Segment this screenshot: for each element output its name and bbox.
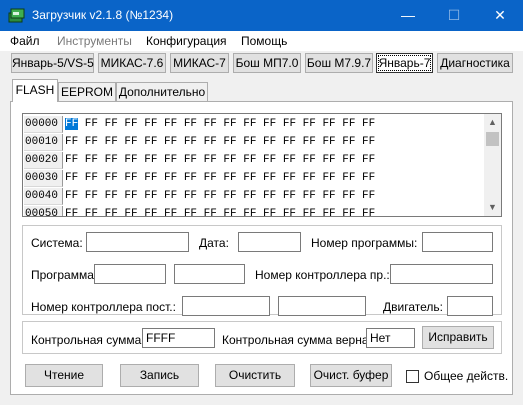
system-label: Система: [31, 236, 83, 250]
scroll-down-icon[interactable]: ▼ [484, 199, 501, 216]
diagnostics-button[interactable]: Диагностика [437, 53, 513, 73]
maximize-button[interactable]: ☐ [431, 0, 477, 31]
hex-viewer[interactable]: 00000 FF FF FF FF FF FF FF FF FF FF FF F… [22, 113, 502, 217]
menu-bar: Файл Инструменты Конфигурация Помощь [0, 31, 523, 51]
checksum-valid-label: Контрольная сумма верна: [222, 333, 372, 347]
hex-bytes-rest[interactable]: FF FF FF FF FF FF FF FF FF FF FF FF FF F… [78, 118, 375, 130]
ecu-bosch-m797-button[interactable]: Бош М7.9.7 [305, 53, 373, 73]
scroll-up-icon[interactable]: ▲ [484, 114, 501, 131]
hex-selected-byte[interactable]: FF [65, 118, 79, 130]
clear-button[interactable]: Очистить [215, 364, 295, 387]
program-field-1[interactable] [94, 264, 166, 284]
clear-buffer-button[interactable]: Очист. буфер [310, 364, 392, 387]
scroll-thumb[interactable] [486, 132, 499, 146]
program-label: Программа: [31, 268, 98, 282]
tab-flash[interactable]: FLASH [12, 79, 58, 102]
hex-address: 00020 [24, 152, 63, 169]
hex-address: 00040 [24, 188, 63, 205]
tab-eeprom[interactable]: EEPROM [58, 82, 116, 101]
app-icon [8, 8, 25, 23]
title-bar[interactable]: Загрузчик v2.1.8 (№1234) — ☐ ✕ [0, 0, 523, 31]
program-number-label: Номер программы: [311, 236, 418, 250]
hex-bytes[interactable]: FF FF FF FF FF FF FF FF FF FF FF FF FF F… [65, 206, 375, 216]
menu-file[interactable]: Файл [10, 34, 40, 48]
checksum-valid-field[interactable]: Нет [366, 328, 415, 348]
program-number-field[interactable] [422, 232, 493, 252]
hex-vertical-scrollbar[interactable]: ▲ ▼ [484, 114, 501, 216]
controller-const-field-1[interactable] [182, 296, 270, 316]
date-field[interactable] [238, 232, 301, 252]
fix-checksum-button[interactable]: Исправить [422, 326, 494, 349]
common-action-label[interactable]: Общее действ. [424, 369, 508, 383]
hex-address: 00050 [24, 206, 63, 216]
common-action-checkbox[interactable] [406, 370, 419, 383]
close-button[interactable]: ✕ [477, 0, 523, 31]
controller-const-field-2[interactable] [278, 296, 366, 316]
ecu-january-7-button[interactable]: Январь-7 [376, 53, 433, 73]
hex-bytes[interactable]: FF FF FF FF FF FF FF FF FF FF FF FF FF F… [65, 188, 375, 205]
program-field-2[interactable] [174, 264, 245, 284]
tab-additional[interactable]: Дополнительно [116, 82, 208, 101]
controller-number-label: Номер контроллера пр.: [255, 268, 390, 282]
menu-tools[interactable]: Инструменты [57, 34, 132, 48]
controller-const-label: Номер контроллера пост.: [31, 300, 176, 314]
engine-field[interactable] [447, 296, 493, 316]
controller-number-field[interactable] [390, 264, 493, 284]
hex-address: 00030 [24, 170, 63, 187]
hex-address: 00010 [24, 134, 63, 151]
ecu-january-5-button[interactable]: Январь-5/VS-5 [11, 53, 94, 73]
minimize-button[interactable]: — [385, 0, 431, 31]
write-button[interactable]: Запись [120, 364, 199, 387]
ecu-bosch-mp70-button[interactable]: Бош МП7.0 [233, 53, 301, 73]
close-icon: ✕ [494, 7, 506, 23]
maximize-icon: ☐ [447, 7, 461, 23]
date-label: Дата: [199, 236, 229, 250]
menu-configuration[interactable]: Конфигурация [146, 34, 227, 48]
hex-bytes[interactable]: FF FF FF FF FF FF FF FF FF FF FF FF FF F… [65, 116, 375, 133]
hex-bytes[interactable]: FF FF FF FF FF FF FF FF FF FF FF FF FF F… [65, 134, 375, 151]
window-title: Загрузчик v2.1.8 (№1234) [32, 8, 174, 22]
checksum-label: Контрольная сумма: [31, 333, 145, 347]
ecu-mikas-7-button[interactable]: МИКАС-7 [170, 53, 229, 73]
read-button[interactable]: Чтение [25, 364, 103, 387]
checksum-field[interactable]: FFFF [142, 328, 215, 348]
menu-help[interactable]: Помощь [241, 34, 287, 48]
ecu-mikas-76-button[interactable]: МИКАС-7.6 [98, 53, 166, 73]
minimize-icon: — [401, 7, 415, 23]
engine-label: Двигатель: [383, 300, 443, 314]
hex-address: 00000 [24, 116, 63, 133]
system-field[interactable] [86, 232, 189, 252]
hex-bytes[interactable]: FF FF FF FF FF FF FF FF FF FF FF FF FF F… [65, 152, 375, 169]
hex-bytes[interactable]: FF FF FF FF FF FF FF FF FF FF FF FF FF F… [65, 170, 375, 187]
